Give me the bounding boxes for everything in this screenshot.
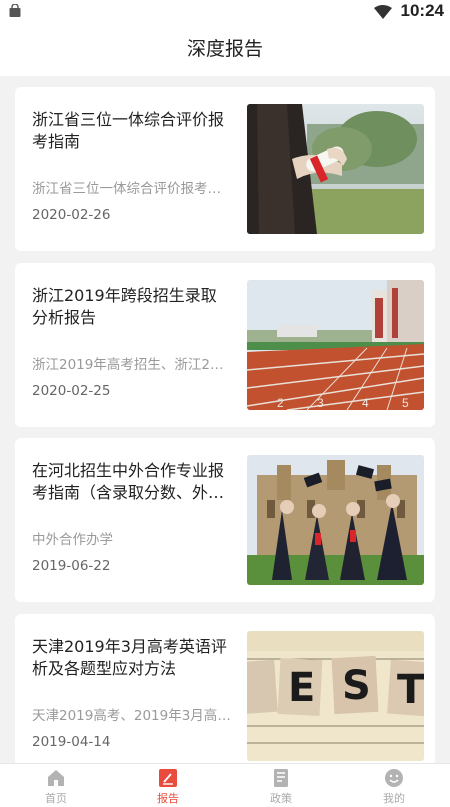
svg-text:S: S	[342, 663, 371, 709]
svg-text:T: T	[397, 667, 424, 713]
article-card[interactable]: 在河北招生中外合作专业报考指南（含录取分数、外语要求） 中外合作办学 2019-…	[15, 438, 435, 602]
status-bar: 10:24	[0, 0, 450, 24]
page-title: 深度报告	[186, 38, 263, 60]
svg-text:E: E	[288, 665, 315, 711]
tab-label: 首页	[45, 792, 67, 805]
tab-label: 我的	[383, 792, 405, 805]
svg-text:3: 3	[317, 396, 324, 410]
running-track-photo: 2 3 4 5	[247, 280, 424, 410]
policy-icon	[274, 769, 288, 787]
tab-label: 政策	[270, 792, 292, 805]
tab-report[interactable]: 报告	[112, 764, 224, 807]
report-icon	[159, 769, 177, 787]
article-title: 浙江省三位一体综合评价报考指南	[32, 110, 225, 151]
app-header: 深度报告	[0, 24, 450, 76]
article-date: 2020-02-26	[32, 207, 111, 223]
svg-text:2: 2	[277, 396, 284, 410]
article-card[interactable]: 浙江省三位一体综合评价报考指南 浙江省三位一体综合评价报考指南 2020-02-…	[15, 87, 435, 251]
home-icon	[48, 770, 64, 786]
article-date: 2019-04-14	[32, 734, 111, 750]
article-title: 在河北招生中外合作专业报考指南（含录取分数、外语要求）	[32, 461, 225, 502]
svg-text:4: 4	[362, 396, 369, 410]
graduates-campus-photo	[247, 455, 424, 585]
article-title: 浙江2019年跨段招生录取分析报告	[32, 286, 217, 327]
article-card[interactable]: 天津2019年3月高考英语评析及各题型应对方法 天津2019高考、2019年3月…	[15, 614, 435, 763]
article-title: 天津2019年3月高考英语评析及各题型应对方法	[32, 637, 227, 678]
wifi-icon	[374, 5, 392, 19]
article-summary: 天津2019高考、2019年3月高考英语	[32, 708, 232, 724]
graduate-diploma-photo	[247, 104, 424, 234]
tab-home[interactable]: 首页	[0, 764, 112, 807]
article-summary: 浙江省三位一体综合评价报考指南	[32, 181, 232, 197]
article-summary: 浙江2019年高考招生、浙江2019年招生录取	[32, 357, 232, 373]
article-card[interactable]: 浙江2019年跨段招生录取分析报告 浙江2019年高考招生、浙江2019年招生录…	[15, 263, 435, 427]
article-list[interactable]: 浙江省三位一体综合评价报考指南 浙江省三位一体综合评价报考指南 2020-02-…	[0, 76, 450, 763]
tab-profile[interactable]: 我的	[338, 764, 450, 807]
status-time: 10:24	[400, 1, 444, 20]
article-date: 2020-02-25	[32, 383, 111, 399]
profile-icon	[385, 769, 403, 787]
article-summary: 中外合作办学	[32, 532, 113, 548]
test-blocks-photo: E S T	[247, 631, 424, 761]
bottom-tab-bar: 首页 报告 政策 我的	[0, 763, 450, 807]
svg-text:5: 5	[402, 396, 409, 410]
tab-label: 报告	[157, 792, 179, 805]
shopping-bag-icon	[9, 4, 21, 17]
tab-policy[interactable]: 政策	[225, 764, 337, 807]
article-date: 2019-06-22	[32, 558, 111, 574]
